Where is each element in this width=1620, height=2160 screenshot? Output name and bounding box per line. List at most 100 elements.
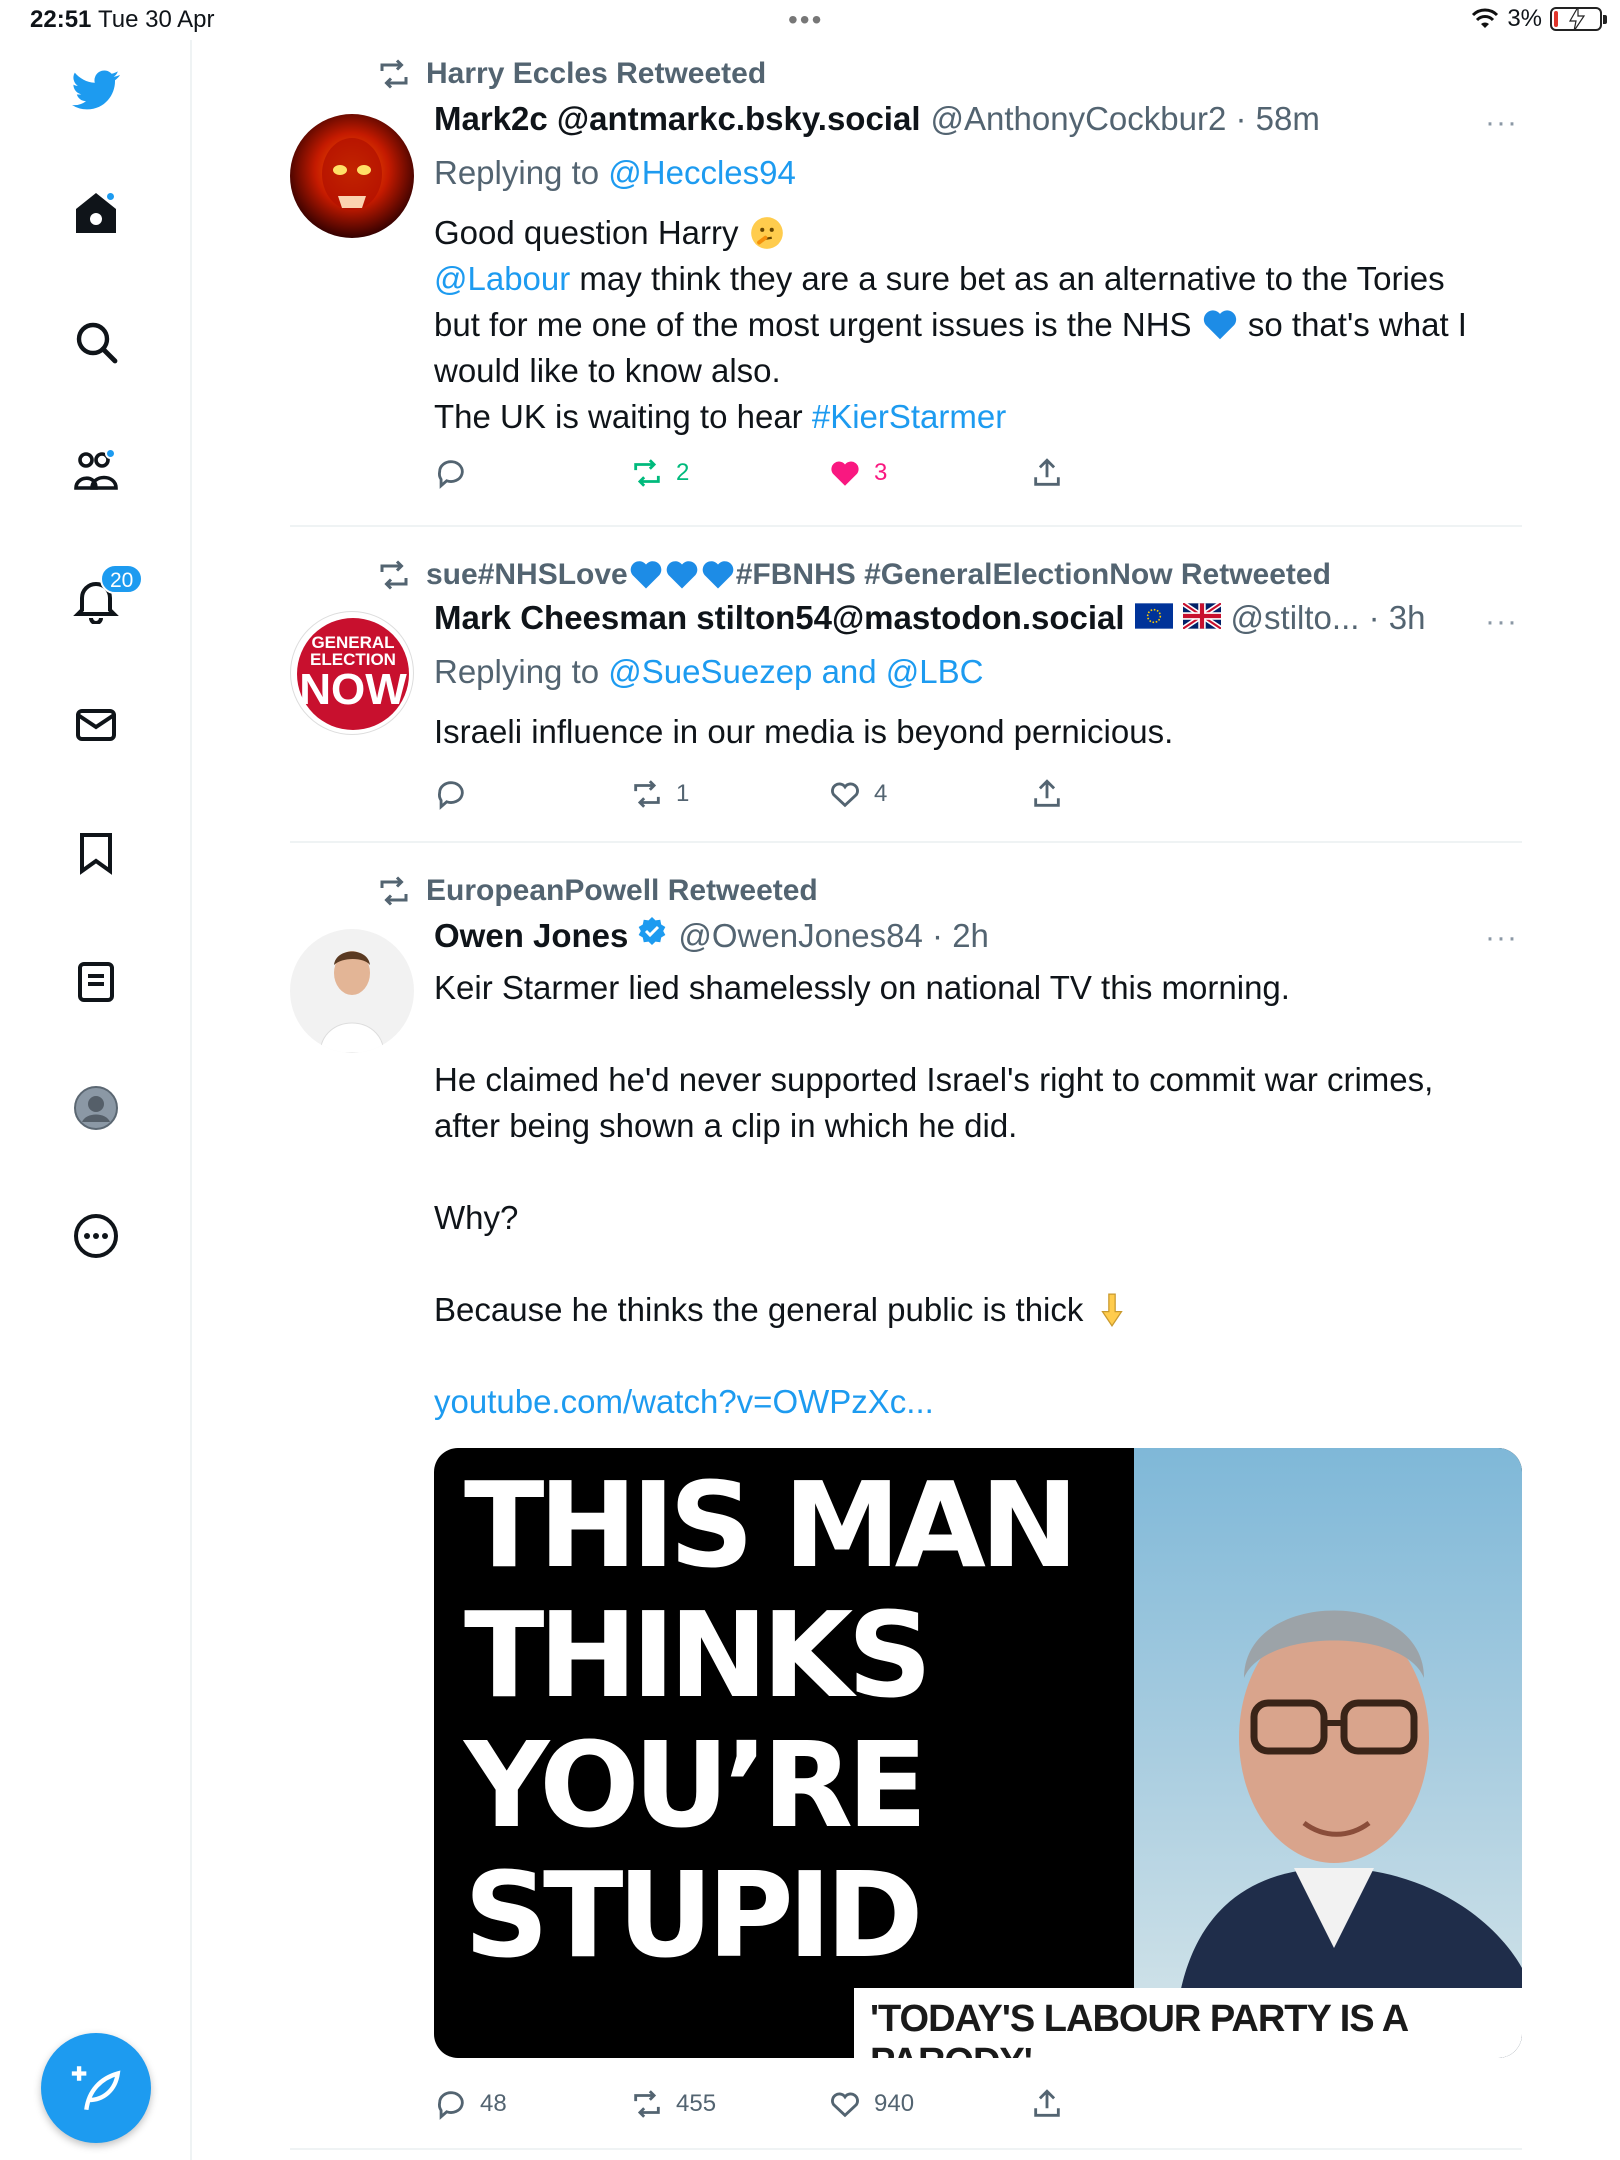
retweet-icon	[634, 780, 660, 808]
reply-button[interactable]: 48	[434, 2087, 507, 2121]
home-icon[interactable]	[66, 183, 126, 243]
share-button[interactable]	[1030, 777, 1064, 811]
retweet-count: 455	[676, 2090, 717, 2117]
notifications-bell-icon[interactable]: 20	[66, 564, 144, 630]
card-photo	[1174, 1610, 1522, 2058]
blue-heart-emoji-icon	[630, 561, 662, 589]
thinking-face-emoji-icon	[750, 217, 783, 249]
blue-heart-emoji-icon	[702, 561, 734, 589]
reply-mention-link[interactable]: @SueSuezep and @LBC	[608, 653, 983, 690]
tweet-actions: 48 455 940	[434, 2087, 1114, 2127]
twitter-logo-icon[interactable]	[66, 60, 126, 120]
reply-button[interactable]	[434, 456, 468, 490]
avatar[interactable]	[290, 929, 414, 1053]
communities-icon[interactable]	[66, 440, 126, 500]
like-count: 4	[874, 780, 888, 807]
mention-link[interactable]: @Labour	[434, 260, 570, 297]
reply-icon	[437, 781, 464, 810]
heart-outline-icon	[831, 782, 859, 808]
reply-count: 48	[480, 2090, 507, 2117]
avatar-logo-text: GENERAL ELECTION NOW	[299, 633, 407, 714]
tweet-actions: 2 3	[434, 456, 1114, 496]
compose-tweet-button[interactable]	[41, 2033, 151, 2143]
retweet-icon	[634, 459, 660, 487]
tweet-text: Good question Harry @Labour may think th…	[434, 214, 1467, 435]
tweet-actions: 1 4	[434, 777, 1114, 817]
eu-flag-icon	[1134, 603, 1173, 629]
author-handle-time[interactable]: @AnthonyCockbur2 · 58m	[931, 100, 1320, 138]
youtube-link[interactable]: youtube.com/watch?v=OWPzXc...	[434, 1383, 934, 1420]
card-photo-background	[1134, 1448, 1522, 2058]
multitasking-dots-icon[interactable]: •••	[788, 4, 823, 36]
author-name[interactable]: Mark Cheesman stilton54@mastodon.social	[434, 599, 1125, 637]
author-name[interactable]: Owen Jones	[434, 917, 628, 955]
avatar[interactable]	[290, 114, 414, 238]
pointing-down-emoji-icon	[1100, 1293, 1123, 1327]
sidebar-nav: 20	[0, 40, 192, 2160]
tweet-more-icon[interactable]: ···	[1485, 605, 1518, 639]
reply-mention-link[interactable]: @Heccles94	[608, 154, 796, 191]
author-handle-time[interactable]: @stilto... · 3h	[1231, 599, 1426, 637]
status-bar: 22:51 Tue 30 Apr ••• 3%	[0, 0, 1620, 40]
replying-to: Replying to @SueSuezep and @LBC	[434, 653, 984, 690]
battery-percent: 3%	[1507, 5, 1542, 32]
home-unread-dot	[105, 191, 116, 202]
tweet-card[interactable]: sue#NHSLove #FBNHS #GeneralElectionNow R…	[290, 527, 1522, 843]
share-button[interactable]	[1030, 2087, 1064, 2121]
retweet-icon	[634, 2090, 660, 2118]
retweet-icon	[380, 59, 408, 89]
heart-outline-icon	[831, 2092, 859, 2118]
retweet-icon	[380, 876, 408, 906]
share-button[interactable]	[1030, 456, 1064, 490]
retweet-button[interactable]: 455	[630, 2087, 716, 2121]
tweet-more-icon[interactable]: ···	[1485, 921, 1518, 955]
like-button[interactable]: 3	[828, 456, 887, 490]
avatar[interactable]: GENERAL ELECTION NOW	[290, 611, 414, 735]
communities-unread-dot	[105, 448, 116, 459]
tweet-card[interactable]: Harry Eccles Retweeted Mark2c @antmarkc.…	[290, 52, 1522, 527]
retweet-context: sue#NHSLove #FBNHS #GeneralElectionNow R…	[376, 555, 1331, 595]
replying-to: Replying to @Heccles94	[434, 154, 796, 191]
like-count: 3	[874, 459, 888, 486]
profile-avatar-icon[interactable]	[66, 1078, 126, 1138]
blue-heart-emoji-icon	[1203, 310, 1236, 340]
tweet-more-icon[interactable]: ···	[1485, 106, 1518, 140]
like-button[interactable]: 4	[828, 777, 887, 811]
blue-heart-emoji-icon	[666, 561, 698, 589]
author-handle-time[interactable]: @OwenJones84 · 2h	[678, 917, 989, 955]
more-options-icon[interactable]	[66, 1206, 126, 1266]
share-icon	[1034, 458, 1060, 486]
reply-icon	[437, 460, 464, 489]
status-date: Tue 30 Apr	[98, 6, 215, 33]
retweeted-by-label[interactable]: Harry Eccles Retweeted	[426, 57, 766, 91]
retweeted-by-label[interactable]: sue#NHSLove #FBNHS #GeneralElectionNow R…	[426, 557, 1331, 593]
tweet-card[interactable]: EuropeanPowell Retweeted Owen Jones @Owe…	[290, 843, 1522, 2150]
author-name[interactable]: Mark2c @antmarkc.bsky.social	[434, 100, 921, 138]
card-headline: THIS MAN THINKS YOU’RE STUPID	[464, 1456, 1079, 1984]
card-caption-strip: 'TODAY'S LABOUR PARTY IS A PARODY'	[854, 1988, 1522, 2058]
like-button[interactable]: 940	[828, 2087, 914, 2121]
retweet-context: EuropeanPowell Retweeted	[376, 871, 818, 911]
retweet-icon	[380, 560, 408, 590]
retweet-count: 1	[676, 780, 690, 807]
retweet-count: 2	[676, 459, 690, 486]
lists-icon[interactable]	[66, 952, 126, 1012]
messages-mail-icon[interactable]	[66, 695, 126, 755]
verified-badge-icon	[639, 917, 666, 945]
search-icon[interactable]	[66, 312, 126, 372]
notifications-count-badge: 20	[100, 564, 144, 594]
like-count: 940	[874, 2090, 915, 2117]
bookmarks-icon[interactable]	[66, 823, 126, 883]
retweet-button[interactable]: 1	[630, 777, 689, 811]
hashtag-link[interactable]: #KierStarmer	[812, 398, 1006, 435]
status-time: 22:51	[30, 6, 92, 33]
tweet-text: Keir Starmer lied shamelessly on nationa…	[434, 969, 1434, 1420]
reply-button[interactable]	[434, 777, 468, 811]
reply-icon	[437, 2091, 464, 2120]
uk-flag-icon	[1182, 603, 1221, 629]
retweeted-by-label[interactable]: EuropeanPowell Retweeted	[426, 874, 818, 908]
wifi-icon	[1472, 8, 1499, 28]
link-preview-card[interactable]: THIS MAN THINKS YOU’RE STUPID 'TODAY'S L…	[434, 1448, 1522, 2058]
share-icon	[1034, 2089, 1060, 2117]
retweet-button[interactable]: 2	[630, 456, 689, 490]
